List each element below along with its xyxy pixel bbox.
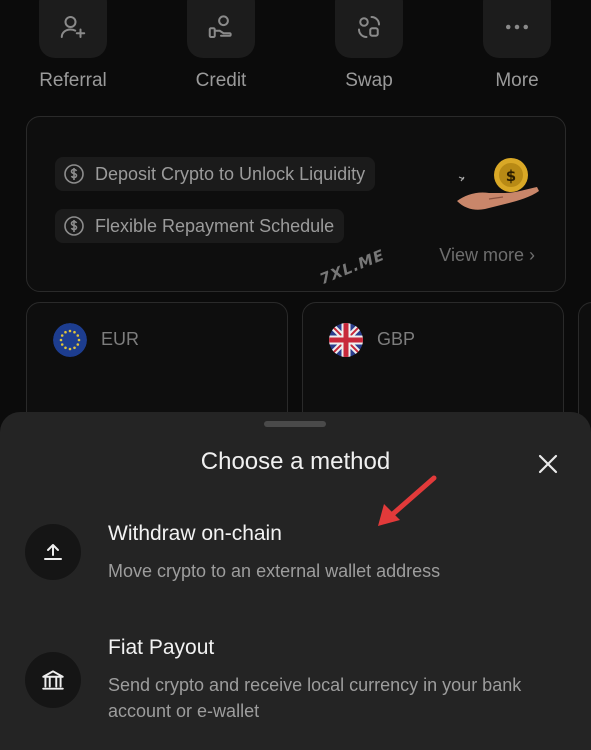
promo-item-text: Deposit Crypto to Unlock Liquidity: [95, 163, 366, 184]
quick-action-label: More: [495, 70, 539, 91]
hand-coin-icon: $: [457, 158, 539, 210]
method-description: Move crypto to an external wallet addres…: [108, 561, 441, 581]
choose-method-sheet: Choose a method Withdraw on-chain Move c…: [0, 412, 591, 750]
currency-code: EUR: [101, 329, 140, 349]
promo-item-repayment: Flexible Repayment Schedule: [55, 209, 345, 243]
promo-item-deposit: Deposit Crypto to Unlock Liquidity: [55, 157, 376, 191]
quick-action-swap[interactable]: Swap: [314, 0, 424, 110]
more-tile: [483, 0, 551, 58]
dollar-cycle-icon: [61, 161, 87, 187]
quick-actions-row: Referral Credit Swap More: [0, 0, 591, 110]
swap-tile: [335, 0, 403, 58]
promo-item-text: Flexible Repayment Schedule: [95, 215, 335, 236]
add-user-icon: [60, 16, 86, 38]
swap-icon: [358, 16, 380, 38]
method-withdraw-onchain[interactable]: Withdraw on-chain Move crypto to an exte…: [0, 512, 591, 604]
credit-promo-card[interactable]: Deposit Crypto to Unlock Liquidity Flexi…: [26, 116, 566, 292]
currency-code: GBP: [377, 329, 416, 349]
quick-action-label: Credit: [195, 70, 247, 91]
view-more-link[interactable]: View more ›: [439, 245, 535, 266]
upload-icon: [25, 524, 81, 580]
more-icon: [506, 24, 528, 30]
quick-action-label: Swap: [345, 70, 393, 91]
close-icon: [538, 454, 558, 474]
dollar-cycle-icon: [61, 213, 87, 239]
sheet-title: Choose a method: [200, 448, 391, 475]
quick-action-credit[interactable]: Credit: [166, 0, 276, 110]
svg-text:$: $: [506, 167, 516, 185]
quick-action-more[interactable]: More: [462, 0, 572, 110]
method-title: Withdraw on-chain: [108, 522, 282, 545]
referral-tile: [39, 0, 107, 58]
annotation-arrow-icon: [378, 475, 437, 526]
method-title: Fiat Payout: [108, 636, 215, 659]
uk-flag-icon: [329, 323, 363, 357]
eu-flag-icon: [53, 323, 87, 357]
quick-action-label: Referral: [39, 70, 107, 91]
close-button[interactable]: [532, 448, 564, 480]
sheet-drag-handle[interactable]: [264, 421, 326, 427]
bank-icon: [25, 652, 81, 708]
credit-hand-icon: [208, 15, 232, 38]
method-fiat-payout[interactable]: Fiat Payout Send crypto and receive loca…: [0, 626, 591, 736]
method-description: Send crypto and receive local currency i…: [108, 675, 522, 721]
credit-tile: [187, 0, 255, 58]
quick-action-referral[interactable]: Referral: [18, 0, 128, 110]
